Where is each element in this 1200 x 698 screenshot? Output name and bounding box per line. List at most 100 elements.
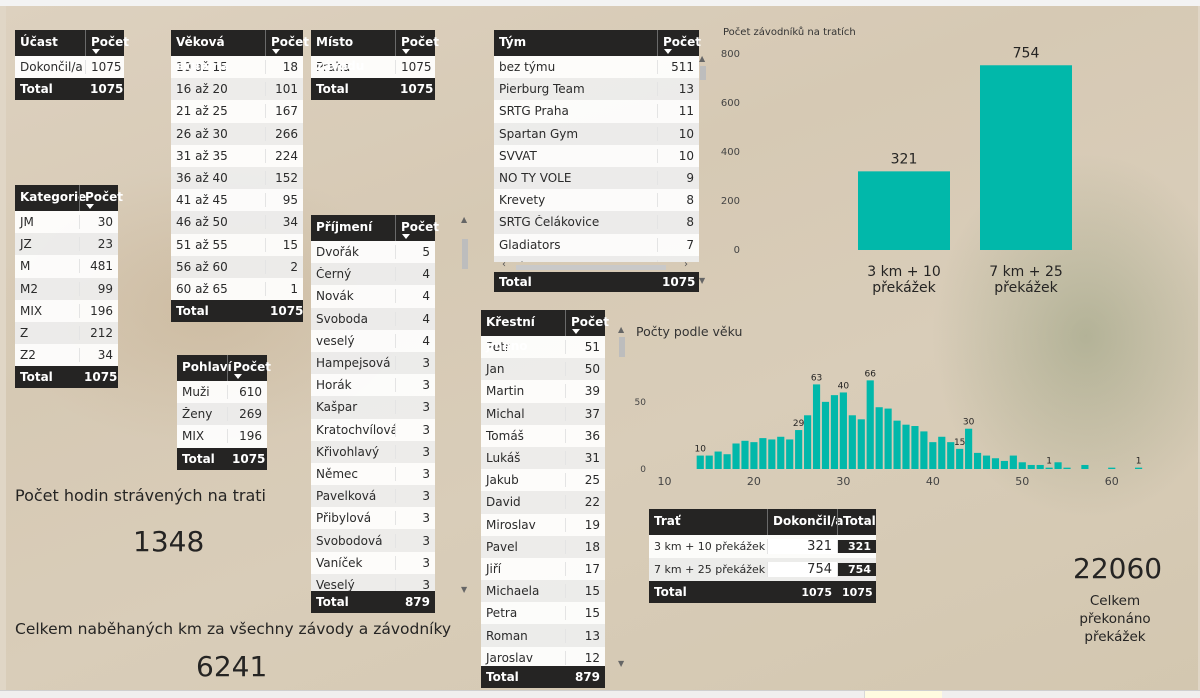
prijmeni-table[interactable]: Příjmení Počet Dvořák 5 Černý 4 Novák 4 Svobod… — [311, 215, 439, 613]
bar[interactable] — [768, 439, 776, 469]
bar[interactable] — [884, 408, 892, 469]
table-row[interactable]: Krevety 8 — [494, 189, 699, 212]
bar[interactable] — [973, 452, 982, 469]
scroll-up-icon[interactable]: ▲ — [699, 54, 705, 63]
column-header[interactable]: Křestní jméno — [481, 310, 565, 353]
bar[interactable] — [857, 419, 865, 469]
table-row[interactable]: Spartan Gym 10 — [494, 122, 699, 145]
column-header[interactable]: Tým — [494, 30, 657, 56]
column-header[interactable]: Počet — [395, 215, 439, 241]
table-row[interactable]: Tomáš 36 — [481, 424, 605, 447]
bar[interactable] — [848, 415, 856, 469]
table-row[interactable]: Z 212 — [15, 321, 118, 345]
table-row[interactable]: Křivohlavý 3 — [311, 440, 435, 463]
column-header[interactable]: Místo závodu — [311, 30, 395, 73]
table-row[interactable]: Jakub 25 — [481, 469, 605, 492]
bar[interactable] — [821, 401, 830, 469]
table-row[interactable]: M 481 — [15, 255, 118, 278]
scroll-thumb[interactable] — [516, 265, 666, 270]
table-row[interactable]: Gladiators 7 — [494, 233, 699, 256]
bar[interactable] — [759, 438, 767, 469]
bar[interactable] — [705, 455, 713, 469]
bar[interactable] — [893, 420, 901, 469]
krestni-jmeno-table[interactable]: Křestní jméno Počet Petr 51 Jan 50 Martin 39 M… — [481, 310, 609, 688]
table-row[interactable]: MIX 196 — [15, 299, 118, 322]
prijmeni-scrollbar[interactable]: ▲ ▼ — [460, 215, 470, 599]
bar[interactable] — [1054, 462, 1062, 469]
tym-h-scrollbar[interactable]: ‹ › — [494, 259, 699, 272]
scroll-down-icon[interactable]: ▼ — [699, 276, 705, 285]
table-row[interactable]: Horák 3 — [311, 374, 435, 397]
table-row[interactable]: 21 až 25 167 — [171, 100, 303, 123]
table-row[interactable]: Přibylová 3 — [311, 507, 435, 530]
bar[interactable] — [991, 458, 1000, 469]
bar[interactable] — [732, 443, 740, 469]
table-row[interactable]: NO TY VOLE 9 — [494, 166, 699, 190]
table-row[interactable]: Jiří 17 — [481, 557, 605, 581]
table-row[interactable]: Kratochvílová 3 — [311, 418, 435, 441]
table-row[interactable]: 60 až 65 1 — [171, 277, 303, 301]
table-row[interactable]: Jan 50 — [481, 358, 605, 381]
table-row[interactable]: Michaela 15 — [481, 580, 605, 603]
bar[interactable] — [1036, 464, 1044, 469]
table-row[interactable]: 16 až 20 101 — [171, 78, 303, 101]
bar[interactable] — [875, 407, 883, 469]
table-row[interactable]: 3 km + 10 překážek 321 321 — [649, 535, 876, 558]
bar[interactable] — [830, 395, 839, 469]
table-row[interactable]: Hampejsová 3 — [311, 351, 435, 375]
scroll-down-icon[interactable]: ▼ — [618, 659, 624, 668]
table-row[interactable]: Michal 37 — [481, 402, 605, 425]
table-row-partial[interactable]: Veselý 3 — [311, 573, 435, 591]
table-row[interactable]: Ženy 269 — [177, 403, 267, 426]
column-header[interactable]: Věková skupina — [171, 30, 265, 73]
bar[interactable] — [938, 436, 946, 469]
bar[interactable] — [980, 65, 1072, 250]
bar[interactable] — [911, 426, 919, 469]
table-row[interactable]: 41 až 45 95 — [171, 189, 303, 212]
bar[interactable] — [866, 380, 874, 469]
bar[interactable] — [1009, 455, 1017, 469]
column-header[interactable]: Počet — [657, 30, 701, 56]
table-row[interactable]: Dokončil/a 1075 — [15, 56, 124, 79]
table-row[interactable]: M2 99 — [15, 277, 118, 300]
table-row[interactable]: bez týmu 511 — [494, 56, 699, 79]
bar[interactable] — [965, 428, 973, 469]
scroll-left-icon[interactable]: ‹ — [502, 259, 506, 270]
scroll-down-icon[interactable]: ▼ — [461, 585, 467, 594]
bar[interactable] — [1135, 467, 1143, 469]
table-row[interactable]: 46 až 50 34 — [171, 211, 303, 234]
table-row[interactable]: 31 až 35 224 — [171, 144, 303, 167]
pohlavi-table[interactable]: Pohlaví Počet Muži 610 Ženy 269 MIX 196 Total… — [177, 355, 271, 470]
column-header[interactable]: Počet — [565, 310, 609, 336]
bar[interactable] — [812, 384, 821, 469]
table-row[interactable]: Martin 39 — [481, 380, 605, 403]
table-row[interactable]: SRTG Čelákovice 8 — [494, 211, 699, 234]
table-row[interactable]: Pavelková 3 — [311, 485, 435, 508]
bar[interactable] — [956, 448, 964, 469]
bar[interactable] — [741, 440, 749, 469]
table-row[interactable]: Lukáš 31 — [481, 446, 605, 470]
scroll-thumb[interactable] — [619, 337, 625, 357]
column-header[interactable]: Pohlaví — [177, 355, 232, 381]
tym-scrollbar[interactable]: ▲ ▼ — [698, 54, 708, 290]
table-row[interactable]: Černý 4 — [311, 263, 435, 286]
bar[interactable] — [1081, 464, 1089, 469]
table-row[interactable]: JZ 23 — [15, 233, 118, 256]
bar[interactable] — [714, 451, 722, 469]
bar[interactable] — [929, 442, 937, 469]
table-row[interactable]: Novák 4 — [311, 285, 435, 308]
table-row[interactable]: SRTG Praha 11 — [494, 100, 699, 123]
kategorie-table[interactable]: Kategorie Počet JM 30 JZ 23 M 481 M2 99 MIX 196 Z 2… — [15, 185, 123, 389]
table-row[interactable]: 7 km + 25 překážek 754 754 — [649, 558, 876, 581]
tym-table[interactable]: Tým Počet bez týmu 511 Pierburg Team 13 SRTG… — [494, 30, 701, 292]
table-row[interactable]: MIX 196 — [177, 425, 267, 448]
ucast-table[interactable]: Účast Počet Dokončil/a 1075 Total 1075 — [15, 30, 129, 101]
krestni-scrollbar[interactable]: ▲ ▼ — [617, 325, 627, 673]
bar[interactable] — [795, 430, 803, 469]
bar[interactable] — [902, 424, 910, 469]
scroll-up-icon[interactable]: ▲ — [461, 215, 467, 224]
page-tab[interactable] — [864, 691, 942, 698]
bar[interactable] — [858, 171, 950, 250]
table-row[interactable]: 26 až 30 266 — [171, 122, 303, 145]
scroll-thumb[interactable] — [700, 66, 706, 80]
